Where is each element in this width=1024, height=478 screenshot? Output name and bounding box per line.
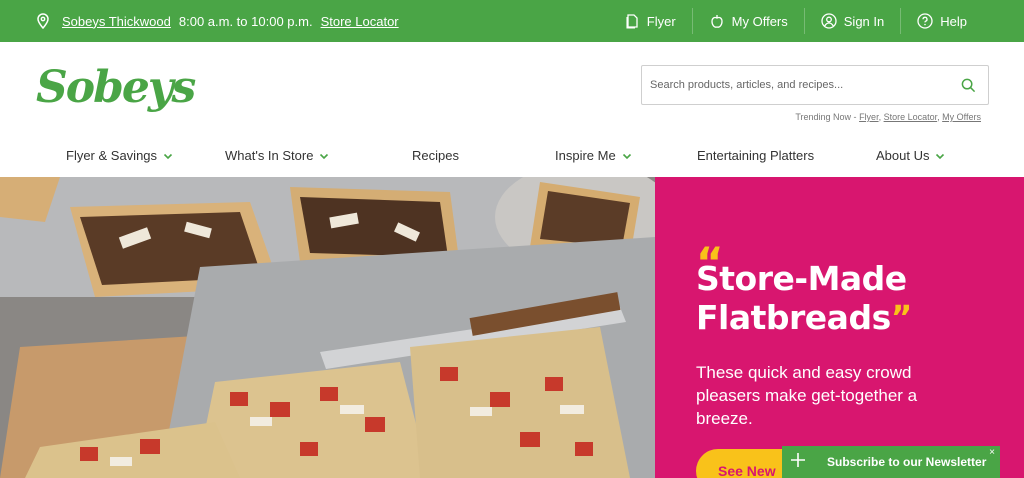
store-name-link[interactable]: Sobeys Thickwood	[62, 14, 171, 29]
nav-label: Inspire Me	[555, 148, 616, 163]
hero-flatbread-image[interactable]	[0, 177, 655, 478]
help-link[interactable]: Help	[900, 8, 1024, 34]
hero-title-line1: Store-Made	[696, 259, 907, 298]
sobeys-logo[interactable]: Sobeys	[36, 62, 196, 113]
location-pin-icon	[37, 13, 49, 29]
nav-inspire-me[interactable]: Inspire Me	[555, 134, 632, 177]
plus-icon	[791, 453, 805, 467]
nav-entertaining-platters[interactable]: Entertaining Platters	[697, 134, 814, 177]
flyer-label: Flyer	[646, 13, 676, 29]
chevron-down-icon	[936, 153, 945, 159]
sign-in-label: Sign In	[843, 13, 885, 29]
trending-link-store-locator[interactable]: Store Locator	[884, 112, 938, 122]
trending-link-flyer[interactable]: Flyer	[859, 112, 879, 122]
my-offers-link[interactable]: My Offers	[691, 8, 804, 34]
nav-label: Flyer & Savings	[66, 148, 158, 163]
search-input[interactable]	[642, 66, 952, 104]
store-hours: 8:00 a.m. to 10:00 p.m.	[178, 13, 313, 29]
site-header: Sobeys Trending Now - Flyer, Store Locat…	[0, 42, 1024, 134]
nav-whats-in-store[interactable]: What's In Store	[225, 134, 329, 177]
main-nav: Flyer & Savings What's In Store Recipes …	[0, 134, 1024, 177]
nav-label: Recipes	[412, 148, 459, 163]
nav-label: Entertaining Platters	[697, 148, 815, 163]
flatbread-illustration	[0, 177, 655, 478]
my-offers-label: My Offers	[731, 13, 788, 29]
newsletter-signup-tab[interactable]: Subscribe to our Newsletter ×	[782, 446, 1000, 478]
trending-prefix: Trending Now -	[795, 112, 860, 122]
chevron-down-icon	[622, 153, 631, 159]
hero-title-line2: Flatbreads	[696, 298, 891, 337]
flyer-link[interactable]: Flyer	[608, 8, 692, 34]
trending-link-my-offers[interactable]: My Offers	[942, 112, 981, 122]
store-locator-link[interactable]: Store Locator	[321, 14, 399, 29]
flyer-icon	[626, 14, 638, 29]
search-box[interactable]	[641, 65, 989, 105]
chevron-down-icon	[320, 153, 329, 159]
nav-about-us[interactable]: About Us	[876, 134, 945, 177]
top-utility-bar: Sobeys Thickwood 8:00 a.m. to 10:00 p.m.…	[0, 0, 1024, 42]
hero-subtitle: These quick and easy crowd pleasers make…	[696, 363, 918, 428]
sign-in-link[interactable]: Sign In	[803, 8, 900, 34]
chevron-down-icon	[163, 153, 173, 159]
search-icon[interactable]	[961, 78, 976, 93]
close-quote-mark: ”	[890, 298, 913, 337]
newsletter-label: Subscribe to our Newsletter	[827, 455, 987, 469]
nav-flyer-savings[interactable]: Flyer & Savings	[66, 134, 173, 177]
nav-label: What's In Store	[225, 148, 314, 163]
trending-now: Trending Now - Flyer, Store Locator, My …	[795, 112, 981, 122]
hero-title: Store-Made Flatbreads”	[696, 259, 996, 337]
user-icon	[821, 13, 837, 29]
close-icon[interactable]: ×	[989, 447, 995, 458]
help-label: Help	[940, 13, 967, 29]
nav-recipes[interactable]: Recipes	[412, 134, 459, 177]
apple-icon	[711, 15, 723, 28]
store-info: Sobeys Thickwood 8:00 a.m. to 10:00 p.m.…	[36, 0, 399, 42]
hero-promo-panel: “ Store-Made Flatbreads” These quick and…	[655, 177, 1024, 478]
help-icon	[917, 13, 933, 29]
nav-label: About Us	[876, 148, 930, 163]
